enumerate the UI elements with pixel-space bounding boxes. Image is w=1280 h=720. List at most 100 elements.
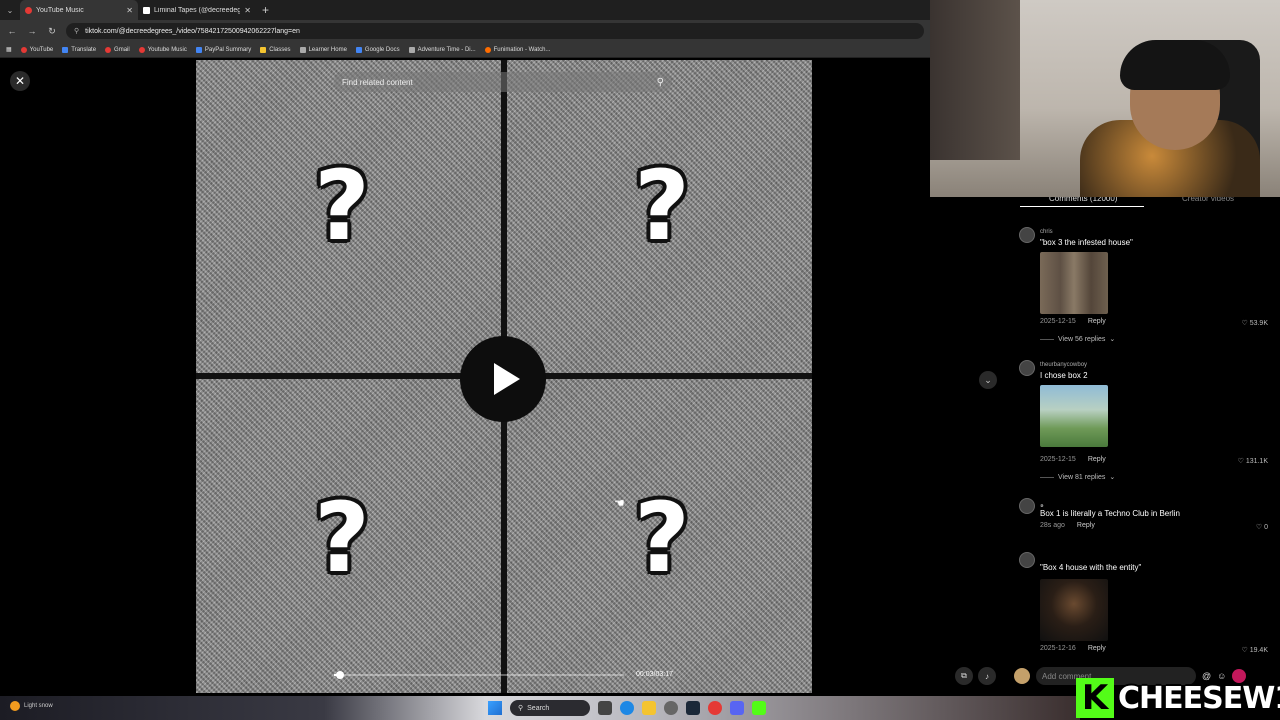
file-explorer-icon[interactable] (642, 701, 656, 715)
comment-item: theurbanycowboy I chose box 2 2025-12-15… (1019, 360, 1274, 485)
search-icon[interactable]: ⚲ (657, 77, 664, 88)
bookmark-youtube-music[interactable]: Youtube Music (138, 46, 187, 53)
bookmark-label: Learner Home (308, 46, 347, 53)
view-replies-button[interactable]: View 81 replies ⌄ (1040, 473, 1115, 481)
comment-date: 2025-12-16 (1040, 645, 1076, 652)
mouse-cursor-icon: ☚ (614, 496, 625, 510)
chevron-down-icon: ⌄ (1109, 474, 1116, 481)
bookmark-label: YouTube (29, 46, 54, 53)
comment-image-entity[interactable] (1040, 579, 1108, 641)
bookmark-translate[interactable]: Translate (62, 46, 96, 53)
windows-start-icon[interactable] (488, 701, 502, 715)
steam-icon[interactable] (686, 701, 700, 715)
reply-button[interactable]: Reply (1088, 645, 1106, 652)
close-tab-icon[interactable]: ✕ (244, 6, 251, 15)
divider (1040, 338, 1054, 340)
weather-widget[interactable]: Light snow (10, 701, 53, 711)
taskbar-apps: ⚲ Search (488, 698, 766, 718)
youtube-music-favicon-icon (25, 6, 32, 14)
tab-search-icon[interactable]: ⌄ (0, 0, 20, 20)
video-player[interactable]: ? ? ? ? ⚲ 00:03/03:17 ☚ (196, 60, 812, 693)
edge-icon[interactable] (620, 701, 634, 715)
settings-icon[interactable] (664, 701, 678, 715)
bookmark-gmail[interactable]: Gmail (105, 46, 130, 53)
bookmark-funimation[interactable]: Funimation - Watch... (484, 46, 551, 53)
url-text: tiktok.com/@decreedegrees_/video/7584217… (85, 27, 300, 35)
reply-button[interactable]: Reply (1077, 522, 1095, 529)
comment-username[interactable]: chris (1040, 229, 1053, 235)
bookmark-paypal[interactable]: PayPal Summary (195, 46, 252, 53)
folder-icon (260, 46, 267, 53)
comment-item: ๑ Box 1 is literally a Techno Club in Be… (1019, 498, 1274, 538)
bookmark-label: Gmail (114, 46, 130, 53)
comment-text: "box 3 the infested house" (1040, 238, 1133, 247)
bookmark-label: PayPal Summary (204, 46, 252, 53)
bookmark-learner-home[interactable]: Learner Home (299, 46, 347, 53)
comment-text: Box 1 is literally a Techno Club in Berl… (1040, 509, 1180, 518)
back-icon[interactable]: ← (6, 26, 18, 36)
bookmark-label: Funimation - Watch... (493, 46, 551, 53)
avatar[interactable] (1019, 552, 1035, 568)
progress-knob[interactable] (335, 671, 344, 679)
reply-button[interactable]: Reply (1088, 318, 1106, 325)
close-icon: ✕ (14, 74, 26, 88)
bookmark-google-docs[interactable]: Google Docs (355, 46, 400, 53)
task-view-icon[interactable] (598, 701, 612, 715)
divider (1040, 476, 1054, 478)
avatar[interactable] (1019, 498, 1035, 514)
apps-grid-icon[interactable]: ▦ (6, 46, 12, 53)
progress-bar[interactable] (334, 671, 624, 679)
bookmark-label: Classes (269, 46, 291, 53)
close-tab-icon[interactable]: ✕ (126, 6, 133, 15)
bookmarks-bar: ▦ YouTube Translate Gmail Youtube Music … (0, 42, 930, 58)
like-count-value: 19.4K (1249, 647, 1268, 654)
tab-liminal-tapes[interactable]: Liminal Tapes (@decreedegree ✕ (138, 0, 256, 20)
comment-meta: 2025-12-15 Reply (1040, 456, 1106, 463)
reply-button[interactable]: Reply (1088, 456, 1106, 463)
tiktok-favicon-icon (143, 6, 150, 14)
like-count-value: 131.1K (1245, 458, 1268, 465)
bookmark-adventure-time[interactable]: Adventure Time - Di... (408, 46, 476, 53)
discord-icon[interactable] (730, 701, 744, 715)
forward-icon[interactable]: → (26, 26, 38, 36)
bookmark-label: Adventure Time - Di... (417, 46, 476, 53)
obs-icon[interactable] (752, 701, 766, 715)
taskbar-search[interactable]: ⚲ Search (510, 700, 590, 716)
bookmark-classes[interactable]: Classes (260, 46, 291, 53)
like-count-value: 53.9K (1249, 320, 1268, 327)
timecode: 00:03/03:17 (636, 671, 673, 678)
like-count[interactable]: ♡ 53.9K (1241, 319, 1268, 327)
chrome-icon[interactable] (708, 701, 722, 715)
new-tab-icon[interactable]: + (262, 3, 269, 17)
avatar[interactable] (1019, 227, 1035, 243)
like-count[interactable]: ♡ 131.1K (1238, 457, 1268, 465)
reload-icon[interactable]: ↻ (46, 26, 58, 37)
tab-youtube-music[interactable]: YouTube Music ✕ (20, 0, 138, 20)
play-button[interactable] (460, 336, 546, 422)
gmail-icon (105, 46, 112, 53)
comment-image-goat[interactable] (1040, 385, 1108, 447)
view-replies-button[interactable]: View 56 replies ⌄ (1040, 335, 1115, 343)
avatar[interactable] (1019, 360, 1035, 376)
play-icon (494, 363, 520, 395)
webcam-overlay (930, 0, 1280, 197)
next-video-button[interactable]: ⌄ (979, 371, 997, 389)
like-count[interactable]: ♡ 19.4K (1241, 646, 1268, 654)
tab-title: YouTube Music (36, 6, 84, 14)
active-tab-underline (1020, 206, 1144, 207)
related-search-input[interactable] (342, 77, 657, 87)
picture-in-picture-button[interactable]: ⧉ (955, 667, 973, 685)
youtube-icon (20, 46, 27, 53)
url-field[interactable]: ⚲ tiktok.com/@decreedegrees_/video/75842… (66, 23, 924, 39)
site-info-icon[interactable]: ⚲ (74, 27, 79, 35)
comment-image-dogs[interactable] (1040, 252, 1108, 314)
comment-username[interactable]: theurbanycowboy (1040, 362, 1087, 368)
search-icon: ⚲ (518, 705, 524, 712)
chevron-down-icon: ⌄ (984, 374, 992, 385)
close-player-button[interactable]: ✕ (10, 71, 30, 91)
weather-icon (10, 701, 20, 711)
comment-date: 28s ago (1040, 522, 1065, 529)
volume-button[interactable]: ♪ (978, 667, 996, 685)
bookmark-youtube[interactable]: YouTube (20, 46, 54, 53)
like-count[interactable]: ♡ 0 (1256, 523, 1268, 531)
